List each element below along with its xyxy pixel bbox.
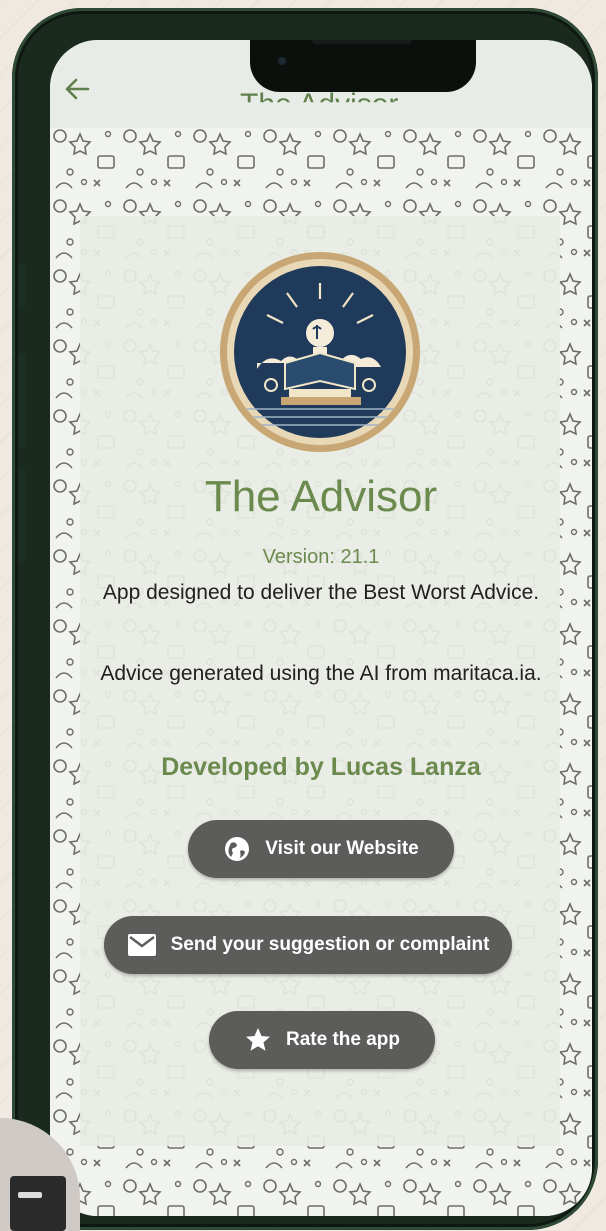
speaker-grille: [312, 40, 412, 44]
rate-app-label: Rate the app: [285, 1029, 401, 1050]
visit-website-label: Visit our Website: [265, 838, 419, 859]
app-bar-title: The Advisor: [240, 88, 399, 121]
visit-website-button[interactable]: Visit our Website: [188, 820, 454, 878]
phone-frame: The Advisor The Advisor Version: 21.1 Ap…: [12, 8, 598, 1230]
rate-app-button[interactable]: Rate the app: [209, 1011, 435, 1069]
envelope-icon: [127, 934, 156, 956]
phone-side-button: [18, 263, 26, 308]
phone-volume-up-button: [18, 353, 26, 448]
front-camera: [278, 57, 286, 65]
ai-attribution: Advice generated using the AI from marit…: [100, 662, 542, 685]
send-suggestion-button[interactable]: Send your suggestion or complaint: [104, 916, 512, 974]
app-name-heading: The Advisor: [204, 472, 438, 521]
phone-volume-down-button: [18, 468, 26, 563]
star-icon: [245, 1028, 270, 1051]
app-description: App designed to deliver the Best Worst A…: [102, 581, 540, 604]
book-lightbulb-icon: [227, 259, 413, 445]
globe-icon: [225, 837, 250, 861]
app-logo: [220, 252, 420, 452]
version-label: Version: 21.1: [262, 546, 380, 568]
send-suggestion-label: Send your suggestion or complaint: [170, 934, 490, 955]
phone-notch: [250, 40, 476, 92]
arrow-left-icon[interactable]: [62, 74, 92, 104]
phone-screen: The Advisor The Advisor Version: 21.1 Ap…: [50, 40, 592, 1216]
developer-credit: Developed by Lucas Lanza: [161, 753, 481, 781]
